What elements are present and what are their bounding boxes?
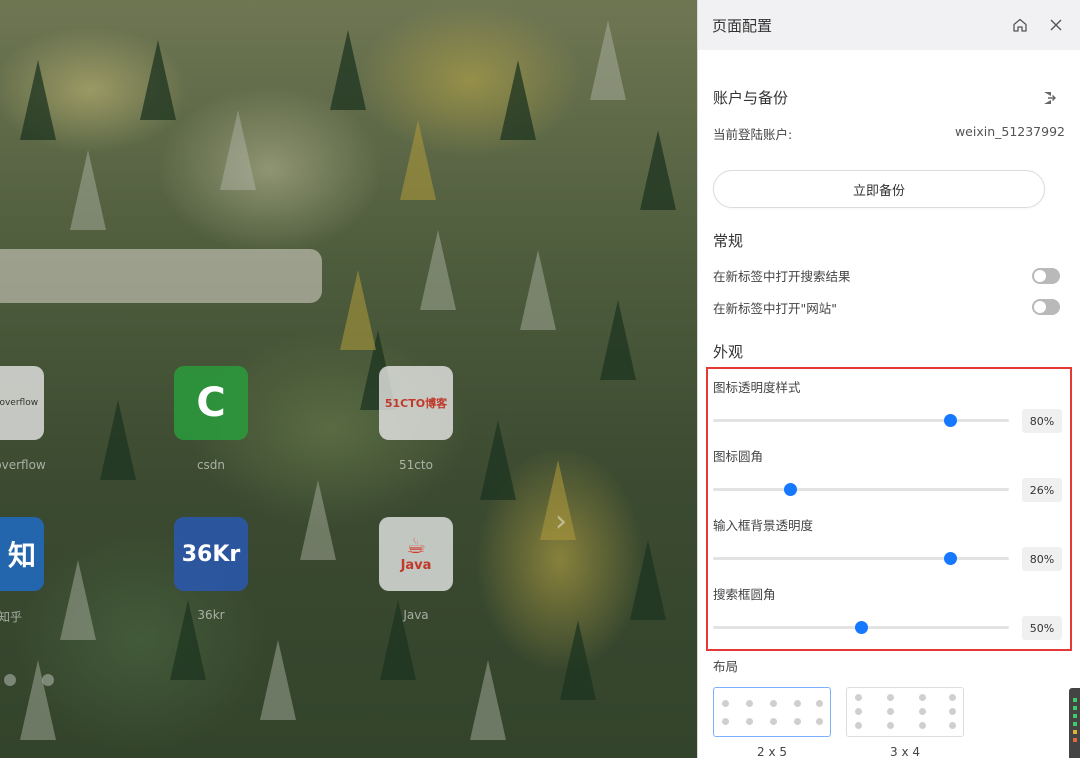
slider-track[interactable] xyxy=(713,419,1009,422)
logout-icon[interactable] xyxy=(1042,90,1056,109)
tile-csdn[interactable]: C xyxy=(174,366,248,440)
search-bar[interactable] xyxy=(0,249,322,303)
tile-java[interactable]: ☕ Java xyxy=(379,517,453,591)
layout-caption: 3 x 4 xyxy=(890,745,920,758)
slider-thumb[interactable] xyxy=(855,621,868,634)
toggle-label-search-new-tab: 在新标签中打开搜索结果 xyxy=(713,269,851,284)
page-dot[interactable] xyxy=(4,674,16,686)
stackoverflow-logo: stackoverflow xyxy=(0,398,39,408)
scroll-indicator[interactable] xyxy=(1069,688,1080,758)
slider-thumb[interactable] xyxy=(783,483,797,496)
general-section-title: 常规 xyxy=(713,232,744,250)
wallpaper-background: stackoverflow overflow C csdn 51CTO博客 51… xyxy=(0,0,697,758)
slider-value: 80% xyxy=(1022,409,1062,433)
slider-track[interactable] xyxy=(713,488,1009,491)
zhihu-logo: 知 xyxy=(7,539,36,572)
51cto-logo: 51CTO博客 xyxy=(384,397,448,410)
java-cup-icon: ☕ xyxy=(406,533,426,559)
panel-header: 页面配置 xyxy=(698,0,1080,50)
tile-label: overflow xyxy=(0,458,46,472)
slider-icon-opacity: 图标透明度样式 80% xyxy=(713,377,1063,433)
tile-51cto[interactable]: 51CTO博客 xyxy=(379,366,453,440)
chevron-right-icon[interactable]: › xyxy=(555,504,567,539)
close-icon[interactable] xyxy=(1045,14,1067,36)
slider-thumb[interactable] xyxy=(943,552,957,565)
layout-option-2x5[interactable] xyxy=(713,687,831,737)
appearance-section-title: 外观 xyxy=(713,343,744,361)
toggle-site-new-tab[interactable] xyxy=(1032,299,1060,315)
slider-label: 输入框背景透明度 xyxy=(713,518,814,533)
slider-label: 图标透明度样式 xyxy=(713,380,801,395)
tile-label: Java xyxy=(403,608,429,622)
panel-title: 页面配置 xyxy=(712,16,773,35)
tile-stackoverflow[interactable]: stackoverflow xyxy=(0,366,44,440)
slider-label: 图标圆角 xyxy=(713,449,764,464)
java-logo: Java xyxy=(400,557,432,573)
slider-label: 搜索框圆角 xyxy=(713,587,776,602)
layout-option-3x4[interactable] xyxy=(846,687,964,737)
settings-panel: 页面配置 账户与备份 当前登陆账户: weixin_51237992 立即备份 … xyxy=(697,0,1080,758)
backup-now-button[interactable]: 立即备份 xyxy=(713,170,1045,208)
slider-input-bg-opacity: 输入框背景透明度 80% xyxy=(713,515,1063,571)
account-section-title: 账户与备份 xyxy=(713,89,789,107)
tile-label: 知乎 xyxy=(0,610,22,624)
current-account-value: weixin_51237992 xyxy=(954,124,1065,139)
slider-icon-radius: 图标圆角 26% xyxy=(713,446,1063,502)
csdn-logo: C xyxy=(196,380,226,426)
slider-thumb[interactable] xyxy=(943,414,957,427)
home-icon[interactable] xyxy=(1009,14,1031,36)
tile-label: 36kr xyxy=(197,608,225,622)
slider-track[interactable] xyxy=(713,557,1009,560)
page-dot[interactable] xyxy=(42,674,54,686)
tile-36kr[interactable]: 36Kr xyxy=(174,517,248,591)
toggle-search-new-tab[interactable] xyxy=(1032,268,1060,284)
current-account-label: 当前登陆账户: xyxy=(713,127,793,142)
tile-zhihu[interactable]: 知 xyxy=(0,517,44,591)
slider-value: 80% xyxy=(1022,547,1062,571)
slider-value: 26% xyxy=(1022,478,1062,502)
tile-label: csdn xyxy=(196,458,226,472)
toggle-label-site-new-tab: 在新标签中打开"网站" xyxy=(713,301,837,316)
36kr-logo: 36Kr xyxy=(181,541,241,567)
slider-search-radius: 搜索框圆角 50% xyxy=(713,584,1063,640)
slider-value: 50% xyxy=(1022,616,1062,640)
layout-section-title: 布局 xyxy=(713,659,739,674)
tile-label: 51cto xyxy=(399,458,433,472)
layout-caption: 2 x 5 xyxy=(757,745,787,758)
